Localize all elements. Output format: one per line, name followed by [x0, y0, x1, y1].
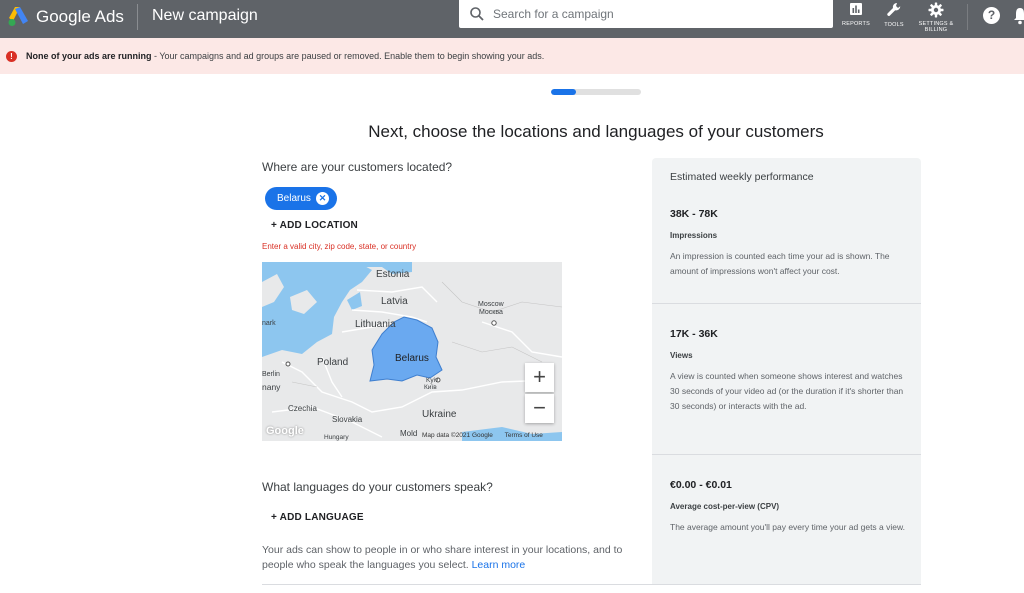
- bell-icon[interactable]: [1013, 7, 1024, 25]
- map-label-slovakia: Slovakia: [332, 415, 363, 424]
- google-map-logo: Google: [266, 425, 304, 437]
- locations-question: Where are your customers located?: [262, 160, 453, 174]
- location-error-text: Enter a valid city, zip code, state, or …: [262, 242, 417, 251]
- alert-message: - Your campaigns and ad groups are pause…: [151, 51, 545, 61]
- step-progress-bar: [551, 89, 641, 95]
- page-heading: Next, choose the locations and languages…: [368, 122, 824, 141]
- map-label-poland: Poland: [317, 357, 349, 368]
- metric-range: 38K - 78K: [670, 208, 718, 220]
- zoom-in-button[interactable]: +: [525, 363, 554, 392]
- alert-title: None of your ads are running: [26, 51, 152, 61]
- map-attribution: Map data ©2021 Google Terms of Use: [422, 432, 553, 439]
- metric-description: The average amount you'll pay every time…: [670, 522, 906, 532]
- metric-divider: [652, 454, 921, 455]
- tools-button[interactable]: TOOLS: [872, 2, 916, 36]
- map-data-text: Map data ©2021 Google: [422, 432, 493, 439]
- settings-billing-button[interactable]: SETTINGS & BILLING: [914, 2, 958, 36]
- map-label-moldova: Mold: [400, 429, 418, 438]
- help-icon[interactable]: ?: [983, 7, 1000, 24]
- error-icon: !: [6, 51, 17, 62]
- learn-more-link[interactable]: Learn more: [472, 559, 526, 571]
- map-label-lithuania: Lithuania: [355, 319, 396, 330]
- metric-description: An impression is counted each time your …: [670, 251, 890, 276]
- tools-label: TOOLS: [884, 22, 904, 28]
- page-title: New campaign: [152, 7, 258, 24]
- toolbar-divider: [967, 4, 968, 30]
- section-divider: [262, 584, 921, 585]
- header-divider: [137, 4, 138, 30]
- alert-text: None of your ads are running - Your camp…: [26, 51, 544, 61]
- map-label-belarus: Belarus: [395, 353, 429, 364]
- estimated-performance-panel: Estimated weekly performance 38K - 78K I…: [652, 158, 921, 584]
- map-label-germany: nany: [262, 382, 281, 392]
- metric-label: Views: [670, 351, 693, 360]
- map-label-denmark: nark: [262, 320, 276, 327]
- add-location-button[interactable]: + ADD LOCATION: [271, 220, 358, 231]
- map-label-kyiv-local: Київ: [424, 384, 437, 391]
- gear-icon: [928, 2, 944, 18]
- map-label-moscow: Moscow: [478, 301, 504, 308]
- map-label-berlin: Berlin: [262, 371, 280, 378]
- languages-question: What languages do your customers speak?: [262, 480, 493, 494]
- targeting-help-body: Your ads can show to people in or who sh…: [262, 544, 623, 571]
- campaign-search-box[interactable]: [459, 0, 833, 28]
- location-map[interactable]: Estonia Latvia Lithuania Belarus Poland …: [262, 262, 562, 441]
- map-graphic: [262, 262, 562, 441]
- location-chip-belarus[interactable]: Belarus ✕: [265, 187, 337, 210]
- step-progress-fill: [551, 89, 577, 95]
- bar-chart-icon: [850, 3, 862, 15]
- search-input[interactable]: [493, 4, 813, 24]
- performance-title: Estimated weekly performance: [670, 171, 814, 183]
- metric-label: Average cost-per-view (CPV): [670, 502, 780, 511]
- map-label-latvia: Latvia: [381, 296, 408, 307]
- metric-divider: [652, 303, 921, 304]
- app-name[interactable]: Google Ads: [36, 7, 124, 27]
- map-label-czechia: Czechia: [288, 404, 317, 413]
- metric-description: A view is counted when someone shows int…: [670, 371, 904, 411]
- remove-location-icon[interactable]: ✕: [316, 192, 329, 205]
- wrench-icon: [887, 2, 901, 16]
- search-icon: [470, 7, 484, 21]
- metric-range: €0.00 - €0.01: [670, 479, 732, 491]
- targeting-help-text: Your ads can show to people in or who sh…: [262, 543, 632, 573]
- paused-ads-alert: ! None of your ads are running - Your ca…: [0, 38, 1024, 74]
- location-chip-label: Belarus: [277, 193, 311, 204]
- billing-label: BILLING: [924, 27, 948, 33]
- metric-range: 17K - 36K: [670, 328, 718, 340]
- map-terms-link[interactable]: Terms of Use: [505, 432, 543, 439]
- map-label-estonia: Estonia: [376, 269, 410, 280]
- map-label-kyiv: Kyiv: [426, 377, 439, 384]
- google-ads-logo-icon[interactable]: [8, 7, 30, 27]
- add-language-button[interactable]: + ADD LANGUAGE: [271, 512, 364, 523]
- map-label-ukraine: Ukraine: [422, 409, 457, 420]
- top-bar: Google Ads New campaign REPORTS TOOLS: [0, 0, 1024, 38]
- zoom-out-button[interactable]: −: [525, 394, 554, 423]
- map-label-hungary: Hungary: [324, 434, 349, 441]
- metric-label: Impressions: [670, 231, 718, 240]
- map-label-moscow-local: Москва: [479, 309, 503, 316]
